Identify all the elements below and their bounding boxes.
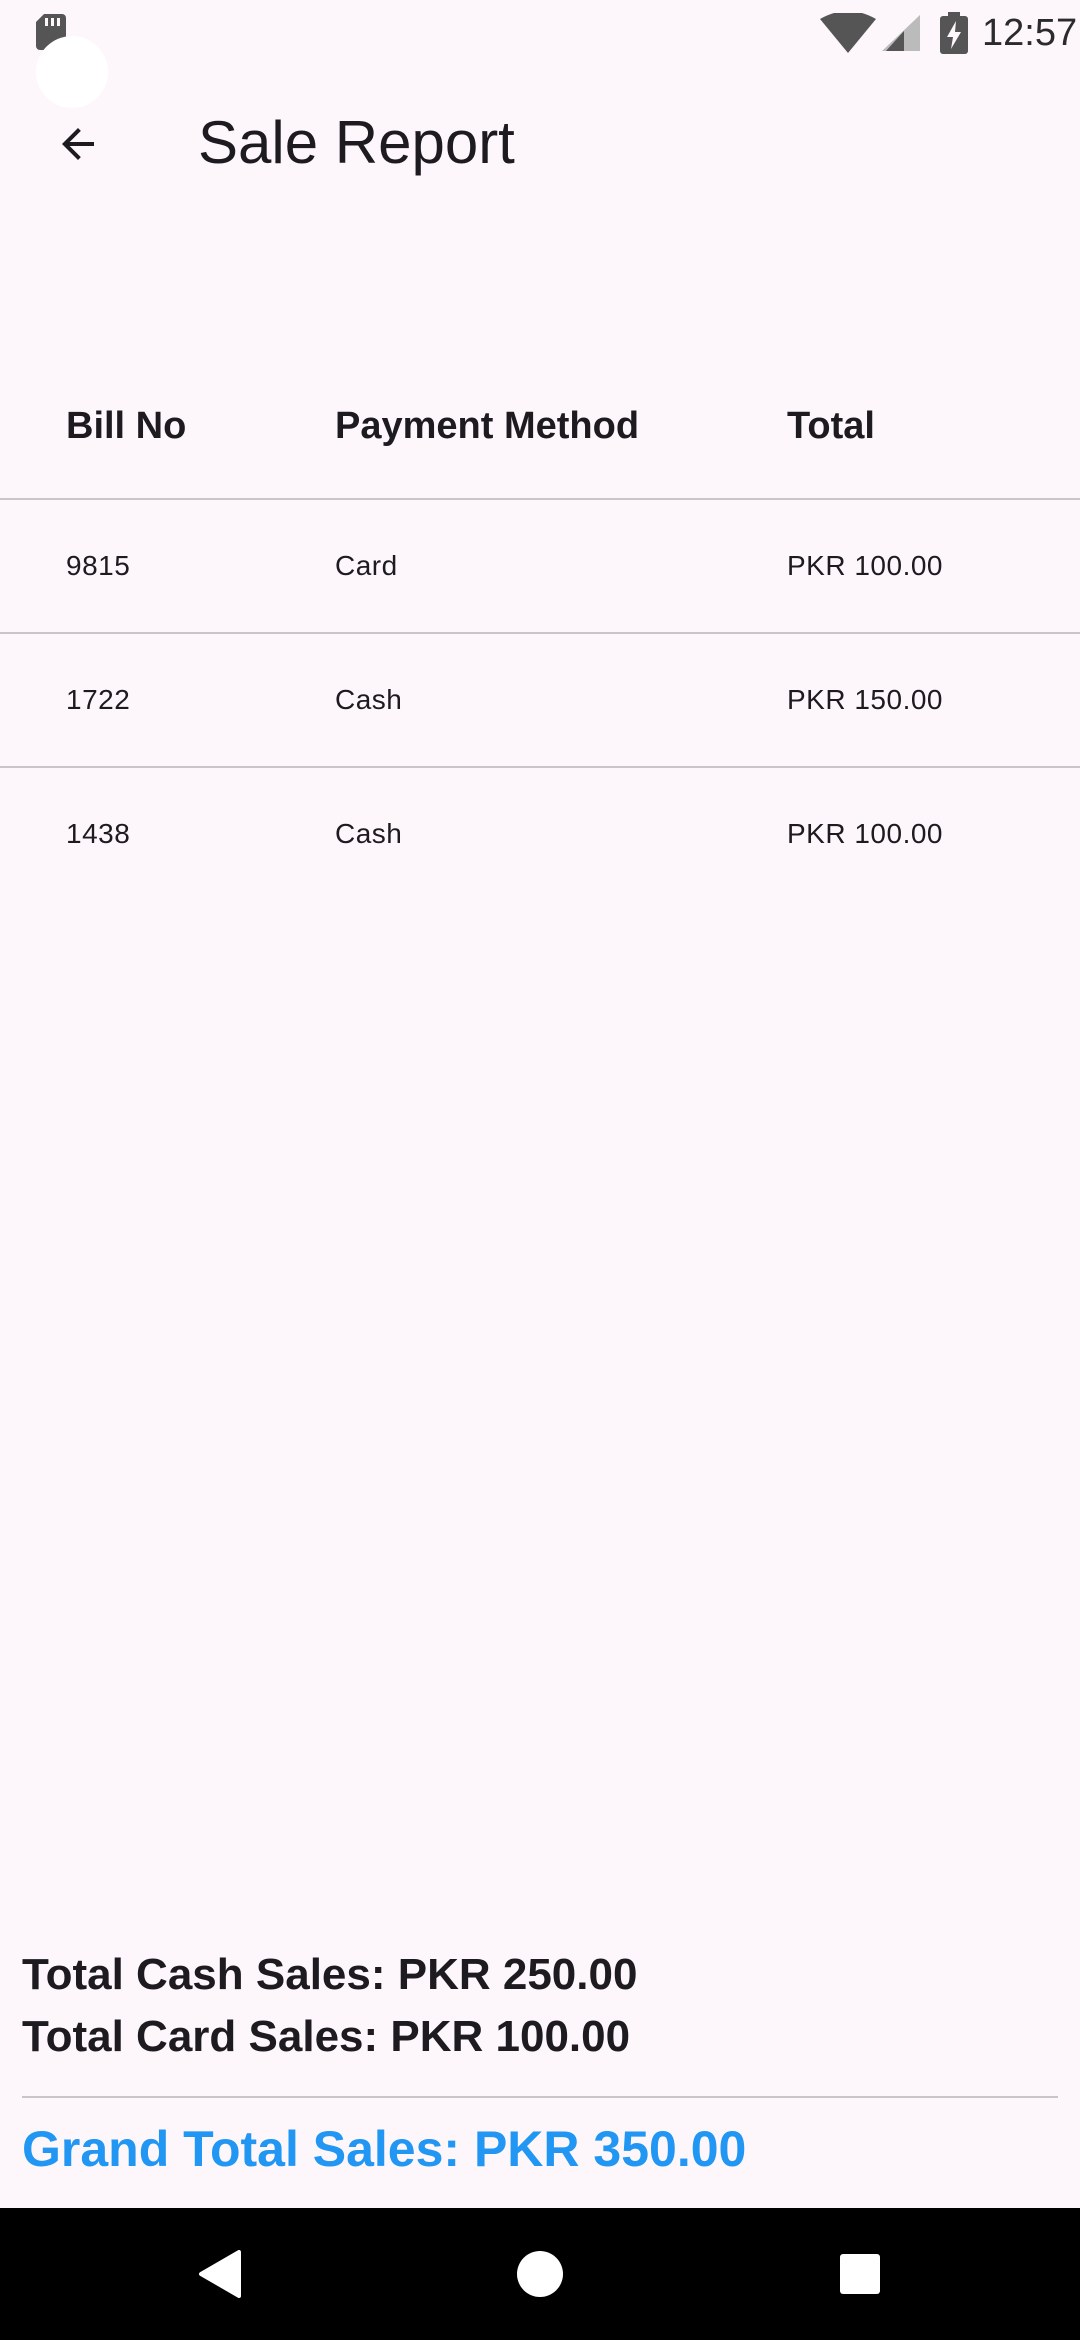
table-header-row: Bill No Payment Method Total (0, 354, 1080, 500)
cell-bill-no: 1438 (66, 818, 131, 849)
nav-home-icon (517, 2251, 563, 2297)
column-header-payment-method: Payment Method (335, 404, 640, 447)
nav-recents-icon (840, 2254, 880, 2294)
grand-total-sales: Grand Total Sales: PKR 350.00 (22, 2121, 747, 2177)
phone-screen: 12:57 Sale Report Bill No Payment Method… (0, 0, 1080, 2340)
nav-home-button[interactable] (500, 2234, 580, 2314)
cell-payment-method: Cash (335, 818, 403, 849)
clock: 12:57 (982, 11, 1078, 54)
arrow-back-icon (62, 128, 94, 160)
battery-charging-icon (940, 12, 968, 54)
cell-total: PKR 100.00 (787, 818, 943, 849)
cell-payment-method: Cash (335, 684, 403, 715)
total-card-sales: Total Card Sales: PKR 100.00 (22, 2012, 631, 2061)
nav-back-icon (199, 2250, 241, 2298)
cell-bill-no: 1722 (66, 684, 131, 715)
table-row[interactable]: 1438 Cash PKR 100.00 (0, 768, 1080, 900)
app-surface: 12:57 Sale Report Bill No Payment Method… (0, 0, 1080, 2208)
table-row[interactable]: 9815 Card PKR 100.00 (0, 500, 1080, 634)
page-title: Sale Report (198, 109, 515, 176)
sales-table: Bill No Payment Method Total 9815 Card P… (0, 354, 1080, 900)
cell-bill-no: 9815 (66, 550, 131, 581)
navigation-bar (0, 2208, 1080, 2340)
app-bar: Sale Report (0, 80, 1080, 206)
cell-total: PKR 100.00 (787, 550, 943, 581)
signal-icon (882, 15, 920, 51)
back-button[interactable] (36, 102, 120, 186)
sales-summary: Total Cash Sales: PKR 250.00 Total Card … (22, 1944, 1058, 2178)
nav-recents-button[interactable] (820, 2234, 900, 2314)
status-bar: 12:57 (0, 0, 1080, 108)
total-cash-sales: Total Cash Sales: PKR 250.00 (22, 1950, 638, 1999)
summary-divider (22, 2096, 1058, 2098)
cell-payment-method: Card (335, 550, 398, 581)
wifi-icon (820, 13, 876, 53)
column-header-bill-no: Bill No (66, 404, 187, 447)
status-icons: 12:57 (820, 8, 1080, 58)
cell-total: PKR 150.00 (787, 684, 943, 715)
column-header-total: Total (787, 404, 875, 447)
nav-back-button[interactable] (180, 2234, 260, 2314)
table-row[interactable]: 1722 Cash PKR 150.00 (0, 634, 1080, 768)
